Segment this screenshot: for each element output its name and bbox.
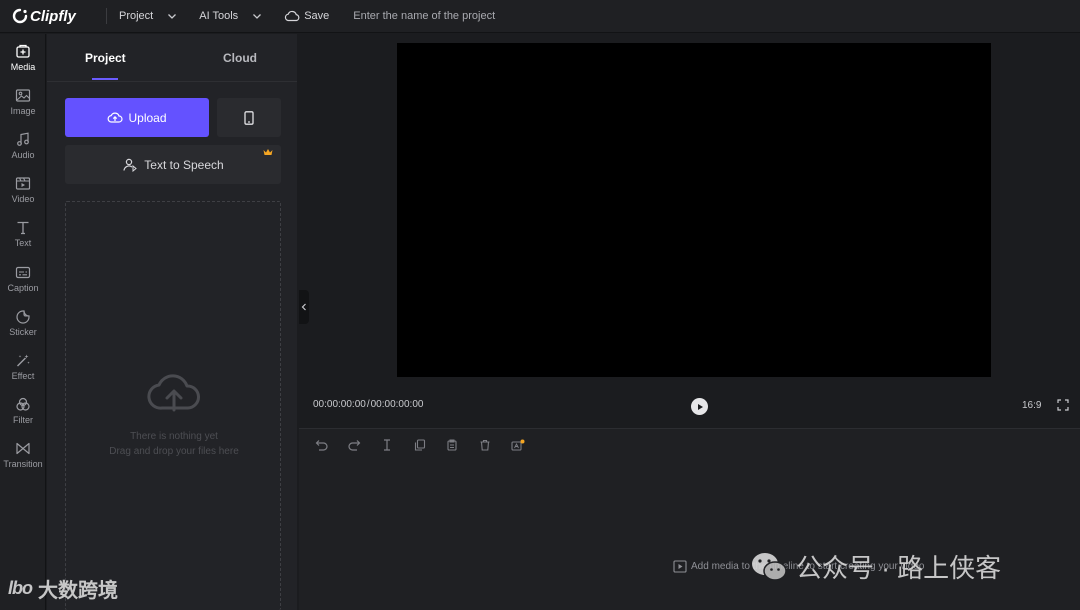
rail-item-filter[interactable]: Filter [0, 391, 46, 431]
video-canvas[interactable] [397, 43, 991, 377]
mobile-upload-button[interactable] [217, 98, 281, 137]
text-to-speech-icon [123, 158, 138, 172]
duplicate-icon [414, 439, 426, 451]
undo-icon [315, 440, 328, 451]
magic-wand-icon [17, 354, 30, 367]
top-bar: Clipfly Project AI Tools Save [0, 0, 1080, 33]
collapse-panel-handle[interactable] [299, 290, 309, 324]
rail-item-audio[interactable]: Audio [0, 126, 46, 166]
cloud-upload-icon [108, 112, 124, 123]
preview-stage: 00:00:00:00/00:00:00:00 16:9 [299, 34, 1080, 428]
playback-time: 00:00:00:00/00:00:00:00 [313, 399, 423, 410]
rail-item-video[interactable]: Video [0, 170, 46, 210]
undo-button[interactable] [314, 437, 330, 453]
rail-label: Video [11, 194, 35, 204]
text-to-speech-button[interactable]: Text to Speech [65, 145, 281, 184]
total-time: 00:00:00:00 [370, 399, 424, 410]
aspect-ratio-selector[interactable]: 16:9 [1022, 400, 1041, 411]
caption-icon [15, 266, 31, 279]
copy-icon [447, 439, 457, 451]
rail-label: Sticker [9, 327, 37, 337]
rail-item-transition[interactable]: Transition [0, 435, 46, 475]
topbar-divider [106, 8, 107, 24]
time-separator: / [366, 399, 370, 410]
watermark-right-text: 公众号 · 路上侠客 [796, 553, 1002, 583]
rail-label: Text [14, 238, 32, 248]
rail-label: Filter [13, 415, 33, 425]
text-icon [17, 221, 29, 235]
rail-label: Effect [11, 371, 35, 381]
filter-icon [16, 397, 30, 411]
app-logo[interactable]: Clipfly [12, 8, 84, 25]
watermark-right: 公众号 · 路上侠客 [750, 548, 1001, 585]
fullscreen-icon[interactable] [1057, 399, 1069, 411]
app-name: Clipfly [30, 7, 76, 25]
rail-item-caption[interactable]: Caption [0, 259, 46, 299]
clipfly-editor: Clipfly Project AI Tools Save Media Imag… [0, 0, 1080, 610]
split-button[interactable] [379, 437, 395, 453]
ai-tools-menu[interactable]: AI Tools [199, 10, 262, 22]
rail-item-effect[interactable]: Effect [0, 347, 46, 387]
rail-label: Audio [11, 150, 35, 160]
music-note-icon [17, 132, 29, 146]
rail-item-text[interactable]: Text [0, 214, 46, 254]
upload-label: Upload [128, 110, 167, 125]
clipfly-logo-icon [12, 8, 28, 24]
project-name-input[interactable] [353, 10, 614, 22]
play-square-icon [673, 560, 687, 573]
empty-state-title: There is nothing yet [130, 431, 218, 442]
copy-button[interactable] [444, 437, 460, 453]
rail-item-media[interactable]: Media [0, 38, 46, 78]
wechat-icon [752, 552, 787, 581]
transition-icon [16, 442, 30, 455]
tts-label: Text to Speech [144, 157, 224, 172]
ai-tools-menu-label: AI Tools [199, 10, 239, 22]
watermark-left: lbo 大数跨境 [8, 574, 118, 603]
ai-tool-button[interactable] [510, 437, 526, 453]
cloud-upload-icon [147, 374, 200, 412]
rail-label: Image [10, 106, 36, 116]
tab-cloud[interactable]: Cloud [223, 51, 257, 65]
active-tab-indicator [92, 78, 118, 80]
rail-label: Caption [7, 283, 39, 293]
video-icon [15, 177, 31, 190]
rail-label: Transition [3, 459, 43, 469]
play-button[interactable] [691, 398, 708, 415]
empty-state-subtitle: Drag and drop your files here [109, 446, 239, 457]
duplicate-button[interactable] [412, 437, 428, 453]
image-icon [15, 89, 31, 102]
play-icon [697, 403, 703, 410]
redo-icon [348, 440, 361, 451]
split-icon [384, 439, 390, 451]
media-panel: Project Cloud Upload Text to Speech Ther… [47, 34, 297, 610]
chevron-left-icon [301, 303, 306, 311]
save-button[interactable]: Save [284, 10, 329, 22]
watermark-left-text: 大数跨境 [38, 580, 118, 602]
rail-item-image[interactable]: Image [0, 82, 46, 122]
file-dropzone[interactable]: There is nothing yet Drag and drop your … [65, 201, 281, 610]
phone-icon [244, 110, 254, 125]
current-time: 00:00:00:00 [313, 399, 366, 410]
upload-button[interactable]: Upload [65, 98, 209, 137]
tab-project[interactable]: Project [85, 51, 126, 65]
save-label: Save [304, 10, 330, 22]
panel-tabs: Project Cloud [47, 34, 297, 82]
rail-item-sticker[interactable]: Sticker [0, 303, 46, 343]
crown-icon [263, 149, 273, 155]
delete-button[interactable] [477, 437, 493, 453]
chevron-down-icon [168, 14, 177, 19]
rail-label: Media [10, 62, 36, 72]
delete-icon [480, 439, 490, 451]
sticker-icon [16, 310, 30, 324]
ai-icon [511, 439, 525, 451]
redo-button[interactable] [346, 437, 362, 453]
cloud-icon [285, 10, 300, 22]
left-rail: Media Image Audio Video Text Caption Sti… [0, 34, 46, 610]
project-menu[interactable]: Project [119, 10, 177, 22]
watermark-logo: lbo [8, 578, 33, 598]
media-icon [16, 44, 30, 58]
chevron-down-icon [253, 14, 262, 19]
project-menu-label: Project [119, 10, 154, 22]
